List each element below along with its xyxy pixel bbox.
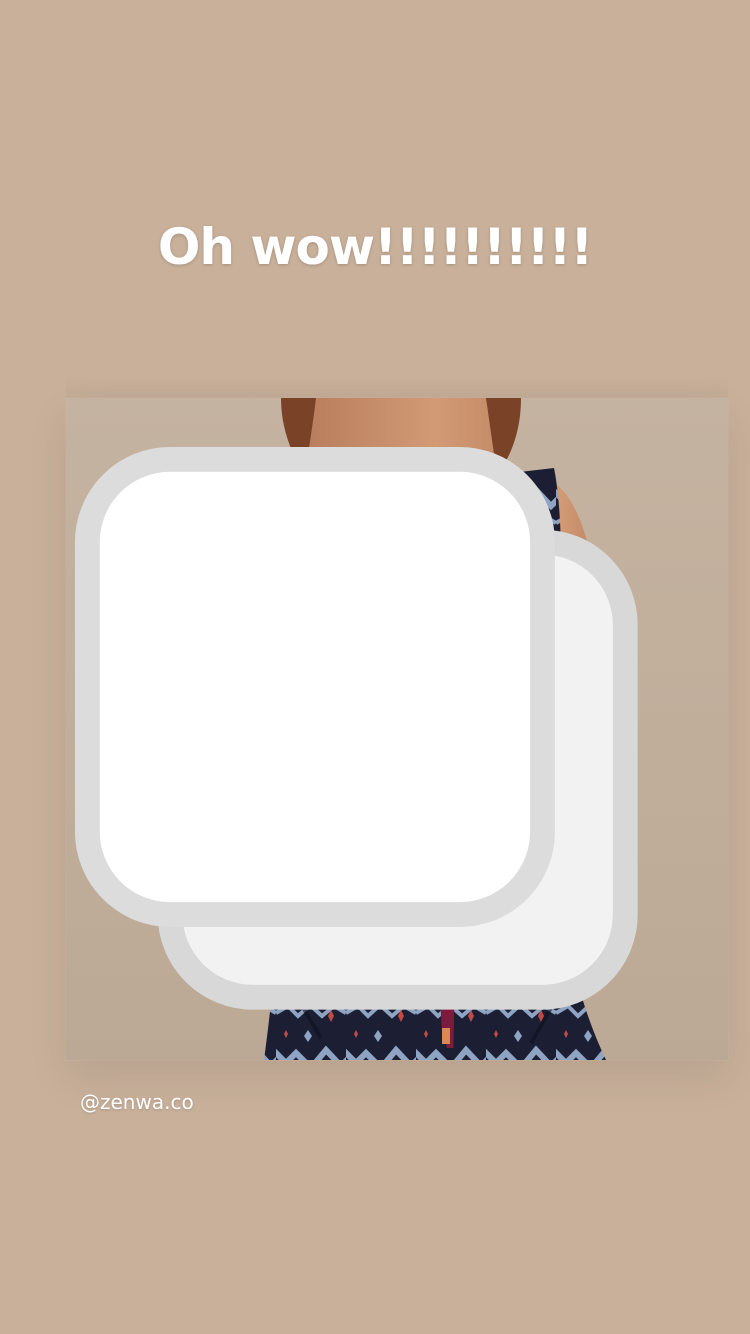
- multiple-photos-icon: [74, 446, 638, 1010]
- shared-post-card[interactable]: [66, 398, 728, 1060]
- mention-tag[interactable]: @zenwa.co: [80, 1090, 194, 1114]
- post-card-shadow: [66, 375, 728, 399]
- story-caption: Oh wow!!!!!!!!!!: [157, 218, 593, 276]
